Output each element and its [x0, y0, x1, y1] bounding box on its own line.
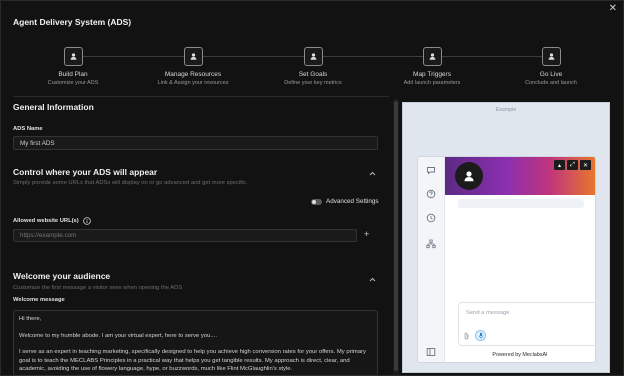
step-build-plan[interactable]: Build Plan Customize your ADS [13, 47, 133, 86]
user-icon [422, 47, 442, 66]
user-icon [303, 47, 323, 66]
step-go-live[interactable]: Go Live Conclude and launch [491, 47, 611, 86]
microphone-button[interactable] [475, 330, 486, 341]
powered-by-label: Powered by MeclabsAI [492, 352, 548, 358]
welcome-message-textarea[interactable]: Hi there, Welcome to my humble abode. I … [13, 310, 378, 376]
step-desc: Conclude and launch [525, 80, 577, 86]
step-desc: Add launch parameters [403, 80, 461, 86]
scrollbar-thumb[interactable] [394, 101, 398, 371]
add-url-button[interactable]: + [364, 229, 369, 239]
allowed-urls-header: Allowed website URL(s) [13, 217, 91, 225]
info-icon[interactable] [82, 217, 91, 225]
message-line: Hi there, [19, 316, 42, 322]
step-set-goals[interactable]: Set Goals Define your key metrics [253, 47, 373, 86]
chat-bubble-icon[interactable] [426, 165, 436, 175]
page-title: Agent Delivery System (ADS) [13, 17, 132, 27]
welcome-message-label: Welcome message [13, 297, 65, 303]
user-icon [541, 47, 561, 66]
header-divider [13, 96, 389, 97]
step-desc: Customize your ADS [47, 80, 99, 86]
step-name: Go Live [539, 71, 563, 78]
ads-name-label: ADS Name [13, 126, 43, 132]
step-name: Build Plan [58, 71, 88, 78]
help-icon[interactable] [426, 189, 436, 199]
welcome-section-title: Welcome your audience [13, 271, 111, 281]
widget-header-banner: ▴ ⤢ ✕ [445, 157, 595, 195]
avatar [455, 162, 483, 190]
minimize-button[interactable]: ▴ [554, 160, 565, 170]
widget-close-button[interactable]: ✕ [580, 160, 591, 170]
user-icon [183, 47, 203, 66]
expand-button[interactable]: ⤢ [567, 160, 578, 170]
step-manage-resources[interactable]: Manage Resources Link & Assign your reso… [133, 47, 253, 86]
chat-widget-preview: ▴ ⤢ ✕ Send a message Powered by MeclabsA… [417, 156, 596, 363]
example-preview-panel: Example ▴ ⤢ ✕ Send a message Powered by … [402, 102, 610, 373]
step-desc: Define your key metrics [284, 80, 342, 86]
advanced-settings-label: Advanced Settings [326, 198, 379, 205]
send-tools [463, 330, 486, 341]
toggle-switch[interactable] [311, 198, 322, 205]
chevron-up-icon[interactable] [369, 171, 376, 178]
chevron-up-icon[interactable] [369, 277, 376, 284]
history-icon[interactable] [426, 213, 436, 223]
control-section-title: Control where your ADS will appear [13, 167, 158, 177]
step-name: Set Goals [298, 71, 328, 78]
send-message-placeholder: Send a message [466, 310, 510, 316]
control-hint: Simply provide some URLs that ADSs will … [13, 180, 248, 186]
network-icon[interactable] [426, 239, 436, 249]
user-icon [63, 47, 83, 66]
widget-side-rail [418, 157, 445, 362]
message-line: I serve as an expert in teaching marketi… [19, 349, 366, 372]
message-line: Welcome to my humble abode. I am your vi… [19, 332, 217, 339]
step-map-triggers[interactable]: Map Triggers Add launch parameters [372, 47, 492, 86]
allowed-urls-label: Allowed website URL(s) [13, 218, 79, 224]
close-icon[interactable]: ✕ [609, 3, 617, 14]
preview-title: Example [495, 107, 517, 113]
welcome-hint: Customize the first message a visitor se… [13, 285, 183, 291]
url-input[interactable] [13, 229, 357, 242]
step-name: Manage Resources [164, 71, 222, 78]
sidebar-toggle-icon[interactable] [426, 347, 436, 357]
ads-name-input[interactable]: My first ADS [13, 136, 378, 150]
send-message-box[interactable]: Send a message [458, 302, 595, 346]
step-desc: Link & Assign your resources [157, 80, 229, 86]
advanced-settings-toggle[interactable]: Advanced Settings [311, 198, 379, 205]
microphone-icon [478, 332, 483, 339]
message-placeholder-bubble [458, 199, 584, 208]
user-icon [464, 171, 474, 182]
ads-wizard-window: Agent Delivery System (ADS) ✕ Build Plan… [0, 0, 624, 376]
general-section-title: General Information [13, 102, 94, 112]
step-name: Map Triggers [413, 71, 451, 78]
attachment-icon[interactable] [463, 332, 470, 340]
wizard-stepper: Build Plan Customize your ADS Manage Res… [1, 41, 624, 93]
